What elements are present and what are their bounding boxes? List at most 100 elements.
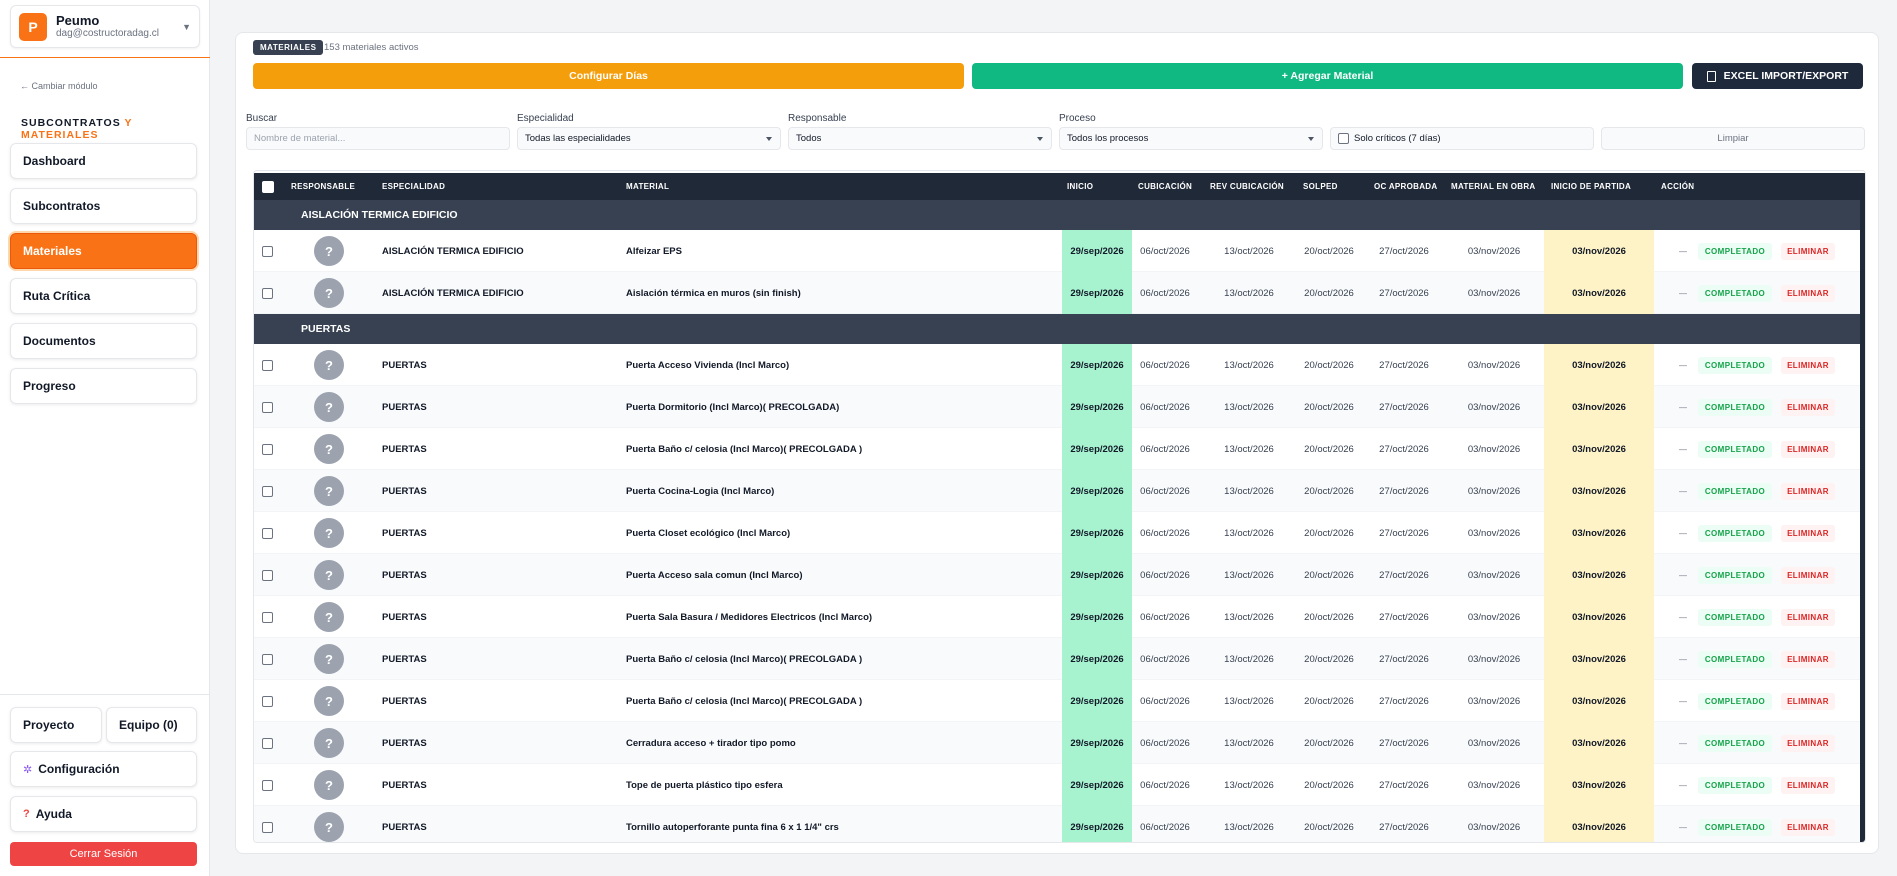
row-checkbox[interactable] [262, 359, 273, 371]
inicio-partida-cell: 03/nov/2026 [1544, 386, 1654, 428]
completed-button[interactable]: COMPLETADO [1697, 566, 1773, 584]
row-checkbox[interactable] [262, 653, 273, 665]
row-checkbox[interactable] [262, 779, 273, 791]
completed-button[interactable]: COMPLETADO [1697, 650, 1773, 668]
delete-button[interactable]: ELIMINAR [1781, 242, 1835, 260]
row-checkbox[interactable] [262, 245, 273, 257]
cubicacion-cell: 06/oct/2026 [1140, 287, 1190, 299]
row-checkbox[interactable] [262, 401, 273, 413]
add-material-button[interactable]: + Agregar Material [972, 63, 1683, 89]
completed-button[interactable]: COMPLETADO [1697, 242, 1773, 260]
material-obra-cell: 03/nov/2026 [1467, 287, 1521, 299]
excel-import-export-button[interactable]: EXCEL IMPORT/EXPORT [1692, 63, 1863, 89]
sidebar-item-dashboard[interactable]: Dashboard [10, 143, 197, 179]
responsable-avatar[interactable]: ? [314, 812, 344, 842]
material-cell: Cerradura acceso + tirador tipo pomo [626, 737, 796, 749]
equipo-button[interactable]: Equipo (0) [106, 707, 197, 743]
responsable-avatar[interactable]: ? [314, 644, 344, 674]
scrollbar[interactable] [1860, 173, 1865, 842]
material-obra-cell: 03/nov/2026 [1467, 245, 1521, 257]
responsable-avatar[interactable]: ? [314, 728, 344, 758]
table-row: ? AISLACIÓN TERMICA EDIFICIO Aislación tér… [254, 272, 1860, 314]
material-cell: Puerta Cocina-Logia (Incl Marco) [626, 485, 775, 497]
row-checkbox-cell [262, 722, 274, 764]
completed-button[interactable]: COMPLETADO [1697, 524, 1773, 542]
responsable-avatar[interactable]: ? [314, 686, 344, 716]
sidebar-item-subcontratos[interactable]: Subcontratos [10, 188, 197, 224]
completed-button[interactable]: COMPLETADO [1697, 818, 1773, 836]
sidebar-item-documentos[interactable]: Documentos [10, 323, 197, 359]
sidebar-item-ruta-critica[interactable]: Ruta Crítica [10, 278, 197, 314]
clear-filters-button[interactable]: Limpiar [1601, 127, 1865, 150]
config-button[interactable]: ✲ Configuración [10, 751, 197, 787]
criticos-checkbox[interactable] [1338, 133, 1349, 144]
row-checkbox[interactable] [262, 695, 273, 707]
row-checkbox[interactable] [262, 611, 273, 623]
completed-button[interactable]: COMPLETADO [1697, 734, 1773, 752]
delete-button[interactable]: ELIMINAR [1781, 440, 1835, 458]
delete-button[interactable]: ELIMINAR [1781, 776, 1835, 794]
criticos-label: Solo críticos (7 días) [1354, 133, 1441, 144]
excel-label: EXCEL IMPORT/EXPORT [1723, 70, 1849, 82]
delete-button[interactable]: ELIMINAR [1781, 398, 1835, 416]
row-checkbox[interactable] [262, 287, 273, 299]
dash-icon: — [1679, 822, 1687, 832]
responsable-avatar[interactable]: ? [314, 392, 344, 422]
chevron-down-icon[interactable]: ▼ [182, 22, 191, 32]
row-checkbox[interactable] [262, 821, 273, 833]
search-input[interactable]: Nombre de material... [246, 127, 510, 150]
completed-button[interactable]: COMPLETADO [1697, 692, 1773, 710]
responsable-avatar[interactable]: ? [314, 350, 344, 380]
especialidad-select[interactable]: Todas las especialidades [517, 127, 781, 150]
sidebar-item-progreso[interactable]: Progreso [10, 368, 197, 404]
row-checkbox[interactable] [262, 527, 273, 539]
row-checkbox-cell [262, 272, 274, 314]
delete-button[interactable]: ELIMINAR [1781, 356, 1835, 374]
responsable-select[interactable]: Todos [788, 127, 1052, 150]
completed-button[interactable]: COMPLETADO [1697, 440, 1773, 458]
delete-button[interactable]: ELIMINAR [1781, 734, 1835, 752]
completed-button[interactable]: COMPLETADO [1697, 482, 1773, 500]
responsable-avatar[interactable]: ? [314, 560, 344, 590]
responsable-avatar[interactable]: ? [314, 770, 344, 800]
delete-button[interactable]: ELIMINAR [1781, 692, 1835, 710]
row-checkbox[interactable] [262, 569, 273, 581]
row-checkbox[interactable] [262, 737, 273, 749]
delete-button[interactable]: ELIMINAR [1781, 284, 1835, 302]
delete-button[interactable]: ELIMINAR [1781, 818, 1835, 836]
responsable-avatar[interactable]: ? [314, 236, 344, 266]
completed-button[interactable]: COMPLETADO [1697, 356, 1773, 374]
proceso-select[interactable]: Todos los procesos [1059, 127, 1323, 150]
delete-button[interactable]: ELIMINAR [1781, 524, 1835, 542]
configure-days-button[interactable]: Configurar Días [253, 63, 964, 89]
group-title: PUERTAS [301, 323, 351, 335]
completed-button[interactable]: COMPLETADO [1697, 284, 1773, 302]
responsable-avatar[interactable]: ? [314, 278, 344, 308]
search-label: Buscar [246, 113, 278, 124]
delete-button[interactable]: ELIMINAR [1781, 650, 1835, 668]
logout-button[interactable]: Cerrar Sesión [10, 842, 197, 866]
row-checkbox[interactable] [262, 443, 273, 455]
sidebar-item-materiales[interactable]: Materiales [10, 233, 197, 269]
inicio-cell: 29/sep/2026 [1062, 512, 1132, 554]
help-button[interactable]: ? Ayuda [10, 796, 197, 832]
criticos-toggle[interactable]: Solo críticos (7 días) [1330, 127, 1594, 150]
responsable-avatar[interactable]: ? [314, 602, 344, 632]
responsable-avatar[interactable]: ? [314, 434, 344, 464]
delete-button[interactable]: ELIMINAR [1781, 482, 1835, 500]
module-title-primary: SUBCONTRATOS [21, 117, 125, 129]
completed-cell: COMPLETADO [1697, 722, 1773, 764]
completed-button[interactable]: COMPLETADO [1697, 608, 1773, 626]
delete-cell: ELIMINAR [1779, 386, 1837, 428]
responsable-avatar[interactable]: ? [314, 518, 344, 548]
delete-button[interactable]: ELIMINAR [1781, 566, 1835, 584]
proyecto-button[interactable]: Proyecto [10, 707, 102, 743]
row-checkbox[interactable] [262, 485, 273, 497]
change-module-link[interactable]: ← Cambiar módulo [20, 81, 98, 91]
completed-button[interactable]: COMPLETADO [1697, 776, 1773, 794]
select-all-checkbox[interactable] [262, 181, 274, 193]
delete-button[interactable]: ELIMINAR [1781, 608, 1835, 626]
completed-button[interactable]: COMPLETADO [1697, 398, 1773, 416]
project-selector[interactable]: P Peumo dag@costructoradag.cl ▼ [10, 5, 200, 48]
responsable-avatar[interactable]: ? [314, 476, 344, 506]
